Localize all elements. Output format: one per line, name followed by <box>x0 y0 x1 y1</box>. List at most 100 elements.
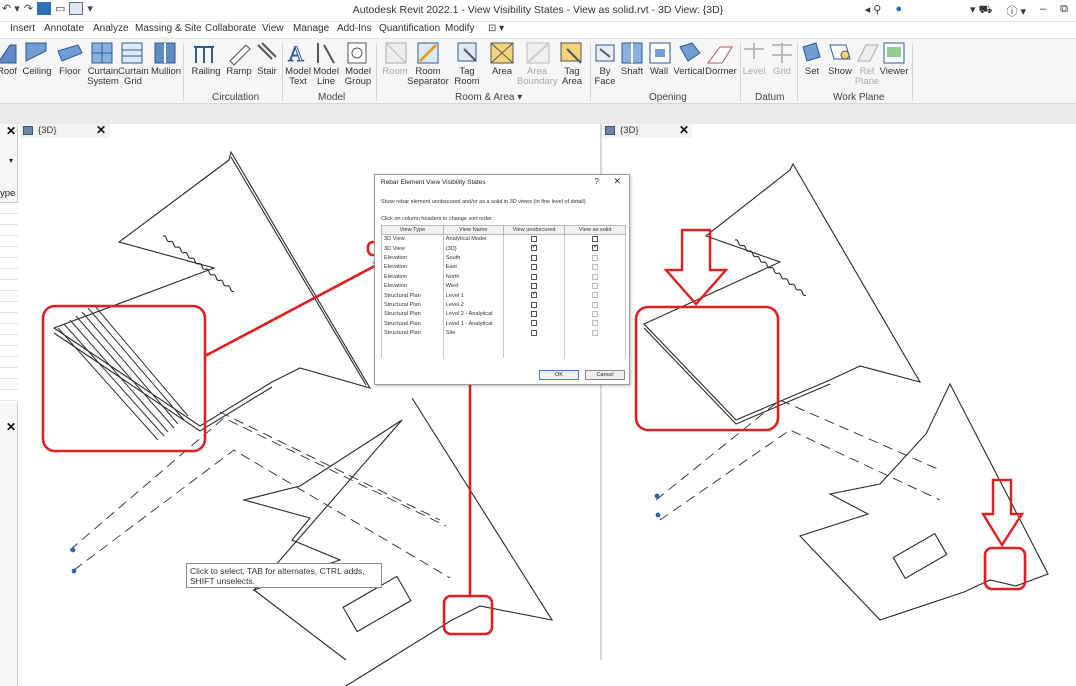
tooltip: Click to select, TAB for alternates, CTR… <box>186 563 382 588</box>
column-header-view-unobscured[interactable]: View unobscured <box>502 225 566 235</box>
table-row[interactable]: Structural Plan Level 2 <box>381 300 626 310</box>
table-row[interactable]: Elevation South <box>381 253 626 263</box>
table-row[interactable]: 3D View {3D} <box>381 243 626 254</box>
cell-view-type: Elevation <box>381 281 444 291</box>
cell-view-type: 3D View <box>381 243 444 254</box>
table-row[interactable]: Structural Plan Level 1 - Analytical <box>381 319 626 329</box>
cell-view-name: Analytical Model <box>442 234 504 244</box>
cell-view-type: Elevation <box>381 253 444 263</box>
cell-unobscured <box>502 272 566 282</box>
table-body: 3D ViewAnalytical Model3D View{3D}Elevat… <box>381 234 626 358</box>
column-header-view-name[interactable]: View Name <box>442 225 504 235</box>
cell-solid <box>564 272 626 282</box>
slab-lower-left <box>241 397 554 686</box>
empty-cell <box>564 337 626 358</box>
solid-checkbox[interactable] <box>592 311 599 318</box>
cell-view-name: Site <box>442 328 504 338</box>
solid-checkbox[interactable] <box>592 320 599 327</box>
ok-button[interactable]: OK <box>539 370 579 380</box>
unobscured-checkbox[interactable] <box>531 329 538 336</box>
unobscured-checkbox[interactable] <box>531 243 537 252</box>
cell-unobscured <box>502 319 566 329</box>
cell-view-name: South <box>442 253 504 263</box>
cell-solid <box>564 243 626 254</box>
callout-right-lower <box>983 546 1027 591</box>
cell-unobscured <box>502 309 566 320</box>
table-row[interactable]: Elevation West <box>381 281 626 291</box>
visibility-table: View Type View Name View unobscured View… <box>381 225 626 358</box>
cell-view-type: Elevation <box>381 262 444 273</box>
cell-view-type: Structural Plan <box>381 300 444 310</box>
callout-rebar-lower <box>442 594 494 636</box>
cell-view-type: Elevation <box>381 272 444 282</box>
unobscured-checkbox[interactable] <box>531 301 538 308</box>
cell-unobscured <box>502 290 566 301</box>
solid-checkbox[interactable] <box>592 236 599 243</box>
sort-hint: Click on column headers to change sort o… <box>381 216 494 222</box>
solid-checkbox[interactable] <box>592 301 599 308</box>
cell-solid <box>564 319 626 329</box>
cell-solid <box>564 262 626 273</box>
table-row[interactable]: Elevation North <box>381 272 626 282</box>
unobscured-checkbox[interactable] <box>531 236 538 243</box>
table-row[interactable]: Elevation East <box>381 262 626 273</box>
empty-cell <box>442 337 504 358</box>
unobscured-checkbox[interactable] <box>531 254 538 261</box>
table-row[interactable]: Structural Plan Level 1 <box>381 290 626 301</box>
down-arrow-upper <box>663 228 729 306</box>
cell-view-type: Structural Plan <box>381 309 444 320</box>
cell-view-name: Level 1 - Analytical <box>442 319 504 329</box>
dialog-description: Show rebar element unobscured and/or as … <box>381 199 588 205</box>
slab-opening <box>892 532 948 580</box>
solid-checkbox[interactable] <box>592 273 599 280</box>
cell-view-type: Structural Plan <box>381 290 444 301</box>
empty-cell <box>502 337 566 358</box>
cell-solid <box>564 328 626 338</box>
table-row[interactable]: 3D View Analytical Model <box>381 234 626 244</box>
cell-unobscured <box>502 262 566 273</box>
cell-solid <box>564 253 626 263</box>
cancel-button[interactable]: Cancel <box>585 370 625 380</box>
visibility-states-dialog: Rebar Element View Visibility States ? ✕… <box>374 174 630 385</box>
cell-view-type: 3D View <box>381 234 444 244</box>
empty-cell <box>381 337 444 358</box>
cell-view-name: East <box>442 262 504 273</box>
unobscured-checkbox[interactable] <box>531 311 538 318</box>
solid-checkbox[interactable] <box>592 282 599 289</box>
cell-solid <box>564 290 626 301</box>
solid-checkbox[interactable] <box>592 264 599 271</box>
solid-checkbox[interactable] <box>592 243 598 252</box>
section-markers <box>70 493 661 574</box>
dashed-edges <box>69 411 451 579</box>
rebar-solid-left <box>57 304 189 441</box>
slab-upper-left <box>52 150 372 427</box>
close-icon[interactable]: ✕ <box>613 176 621 187</box>
solid-checkbox[interactable] <box>592 254 599 261</box>
arrow-left <box>204 258 387 358</box>
cell-solid <box>564 281 626 291</box>
table-row[interactable]: Structural Plan Site <box>381 328 626 338</box>
cell-view-name: {3D} <box>442 243 504 254</box>
cell-view-name: West <box>442 281 504 291</box>
cell-view-type: Structural Plan <box>381 328 444 338</box>
cell-view-type: Structural Plan <box>381 319 444 329</box>
unobscured-checkbox[interactable] <box>531 264 538 271</box>
table-row[interactable]: Structural Plan Level 2 - Analytical <box>381 309 626 320</box>
unobscured-checkbox[interactable] <box>531 273 538 280</box>
solid-checkbox[interactable] <box>592 329 599 336</box>
cell-unobscured <box>502 253 566 263</box>
cell-unobscured <box>502 243 566 254</box>
solid-checkbox[interactable] <box>592 292 599 299</box>
cell-solid <box>564 309 626 320</box>
unobscured-checkbox[interactable] <box>531 320 538 327</box>
dialog-title: Rebar Element View Visibility States <box>381 179 486 186</box>
column-header-view-type[interactable]: View Type <box>381 225 444 235</box>
cell-solid <box>564 300 626 310</box>
help-icon[interactable]: ? <box>595 177 599 186</box>
cell-view-name: Level 1 <box>442 290 504 301</box>
unobscured-checkbox[interactable] <box>531 290 537 299</box>
unobscured-checkbox[interactable] <box>531 282 538 289</box>
cell-view-name: North <box>442 272 504 282</box>
column-header-view-as-solid[interactable]: View as solid <box>564 225 626 235</box>
cell-unobscured <box>502 300 566 310</box>
